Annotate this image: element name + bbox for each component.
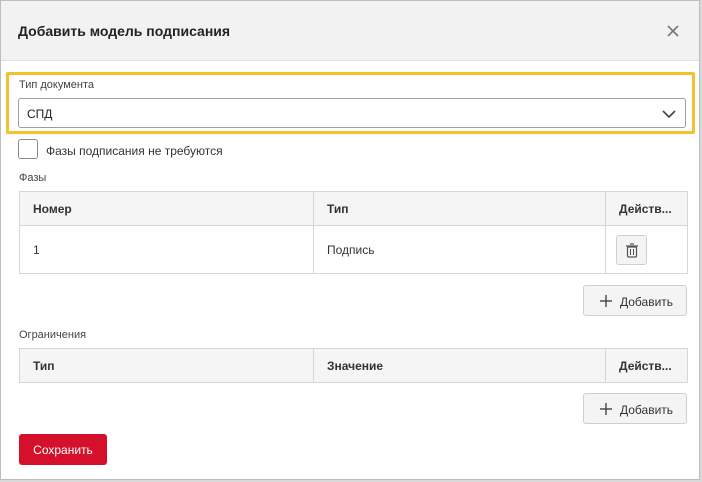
phases-header-row: Номер Тип Действ... <box>19 191 688 226</box>
save-button[interactable]: Сохранить <box>19 434 107 465</box>
restrictions-label: Ограничения <box>19 329 87 341</box>
close-button[interactable] <box>661 19 685 43</box>
phase-type-cell: Подпись <box>313 225 606 274</box>
doc-type-value: СПД <box>27 107 53 121</box>
phases-col-type[interactable]: Тип <box>313 191 606 226</box>
table-row: 1 Подпись <box>19 225 688 274</box>
no-phases-label[interactable]: Фазы подписания не требуются <box>46 144 223 158</box>
doc-type-select[interactable]: СПД <box>18 98 686 128</box>
phases-label: Фазы <box>19 172 47 184</box>
add-signing-model-dialog: Добавить модель подписания Тип документа… <box>0 0 700 480</box>
restrictions-header-row: Тип Значение Действ... <box>19 348 688 383</box>
delete-phase-button[interactable] <box>616 234 647 265</box>
restrictions-col-value[interactable]: Значение <box>313 348 606 383</box>
plus-icon <box>600 295 612 307</box>
no-phases-checkbox[interactable] <box>18 139 38 159</box>
close-icon <box>667 25 679 37</box>
phases-col-actions[interactable]: Действ... <box>605 191 688 226</box>
phases-col-number[interactable]: Номер <box>19 191 314 226</box>
add-restriction-label: Добавить <box>620 403 674 417</box>
phases-table: Номер Тип Действ... 1 Подпись <box>19 191 688 274</box>
add-phase-label: Добавить <box>620 295 674 309</box>
restrictions-col-actions[interactable]: Действ... <box>605 348 688 383</box>
doc-type-label: Тип документа <box>19 79 95 91</box>
restrictions-col-type[interactable]: Тип <box>19 348 314 383</box>
phase-actions-cell <box>605 225 688 274</box>
add-phase-button[interactable]: Добавить <box>583 285 687 316</box>
chevron-down-icon <box>662 110 676 119</box>
add-restriction-button[interactable]: Добавить <box>583 393 687 424</box>
restrictions-table: Тип Значение Действ... <box>19 348 688 383</box>
dialog-title: Добавить модель подписания <box>18 23 231 39</box>
trash-icon <box>626 242 638 258</box>
phase-number-cell: 1 <box>19 225 314 274</box>
plus-icon <box>600 403 612 415</box>
dialog-header: Добавить модель подписания <box>1 1 699 61</box>
